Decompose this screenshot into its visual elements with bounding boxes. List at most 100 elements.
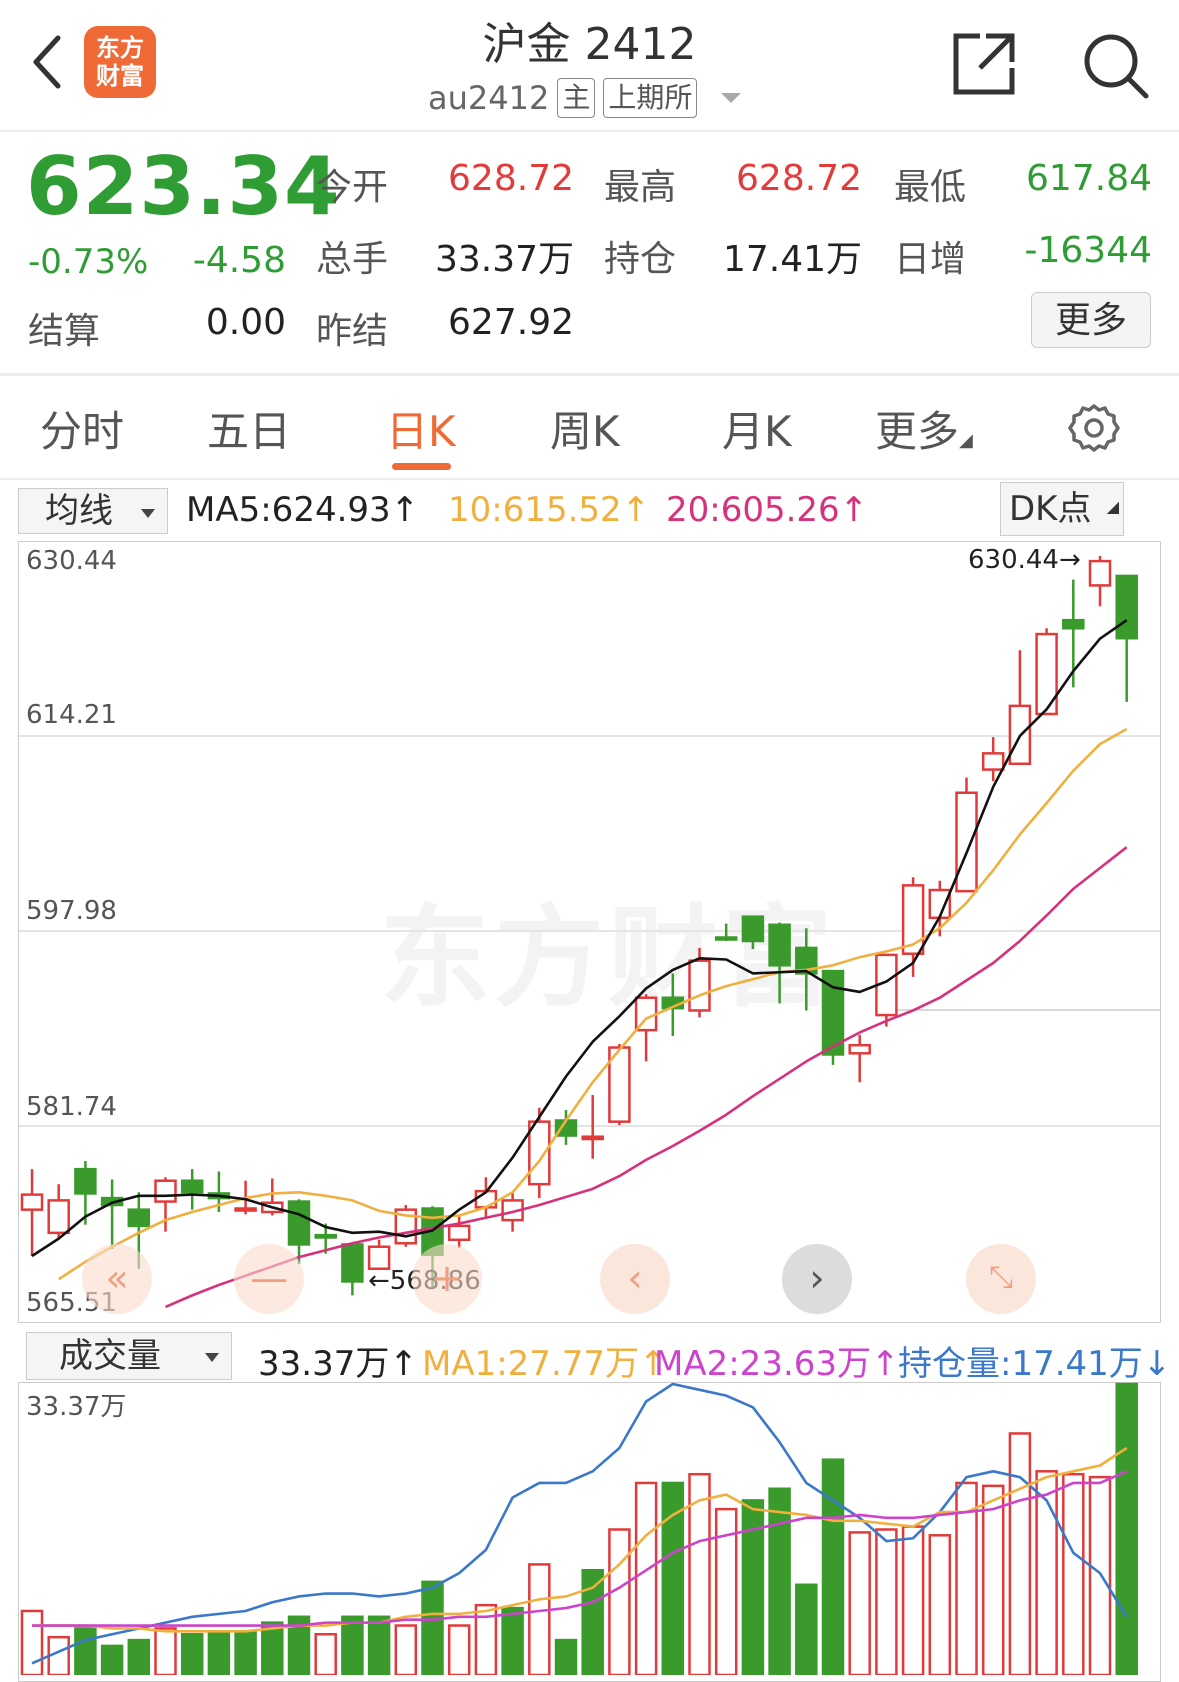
candle-body: [688, 959, 711, 1012]
candle-body: [154, 1179, 177, 1203]
y-tick-label: 581.74: [26, 1092, 117, 1122]
candle-body: [180, 1179, 204, 1194]
candle: [528, 1107, 551, 1199]
volume-bar: [74, 1627, 97, 1675]
zoom-in-button[interactable]: +: [412, 1244, 482, 1314]
candle: [100, 1179, 124, 1250]
zoom-out-button[interactable]: —: [234, 1244, 304, 1314]
volume-bar: [314, 1633, 337, 1675]
volume-bar: [875, 1528, 898, 1675]
prev-button[interactable]: ‹: [600, 1244, 670, 1314]
volume-bar: [554, 1638, 578, 1675]
candle: [848, 1034, 871, 1083]
y-tick-label: 630.44: [26, 546, 117, 576]
ma5-line: [31, 619, 1128, 1258]
candle-body: [528, 1120, 551, 1186]
volume-bar: [848, 1531, 871, 1675]
candle: [608, 1044, 631, 1126]
volume-bar: [821, 1458, 845, 1675]
candle: [367, 1239, 391, 1270]
volume-bar: [634, 1481, 658, 1675]
candle-body: [1088, 559, 1112, 587]
minus-icon: —: [250, 1256, 288, 1300]
volume-bar: [100, 1644, 124, 1675]
candle: [20, 1169, 44, 1256]
double-chevron-left-icon: «: [105, 1256, 129, 1300]
chevron-left-icon: ‹: [627, 1256, 643, 1300]
candle: [554, 1110, 578, 1145]
volume-bar: [154, 1627, 177, 1675]
volume-bar: [341, 1615, 364, 1675]
volume-bar: [20, 1609, 44, 1675]
volume-indicator-label: 成交量: [59, 1336, 161, 1376]
volume-bar: [501, 1606, 524, 1675]
candle: [741, 915, 765, 950]
volume-bar: [1062, 1472, 1085, 1675]
high-annotation: 630.44→: [968, 545, 1081, 575]
y-tick-label: 597.98: [26, 896, 117, 926]
candle: [768, 922, 791, 1004]
volume-bar: [447, 1624, 471, 1675]
volume-chart: [20, 1382, 1138, 1675]
chevron-right-icon: ›: [809, 1256, 825, 1300]
open-interest-readout: 持仓量:17.41万↓: [898, 1344, 1172, 1384]
volume-bar: [901, 1525, 925, 1675]
candle-body: [714, 936, 738, 941]
volume-bar: [928, 1534, 952, 1675]
candle-body: [1115, 574, 1138, 640]
candle-body: [768, 923, 791, 967]
candle: [341, 1243, 364, 1296]
candle-body: [981, 752, 1005, 771]
volume-bar: [795, 1583, 818, 1675]
candle-body: [848, 1043, 871, 1055]
fast-back-button[interactable]: «: [82, 1244, 152, 1314]
dropdown-arrow-icon: [205, 1353, 219, 1362]
candle-body: [234, 1207, 257, 1212]
volume-bar: [367, 1615, 391, 1675]
volume-bar: [1115, 1382, 1138, 1675]
volume-bar: [234, 1630, 257, 1675]
volume-bar: [768, 1487, 791, 1675]
plus-icon: +: [431, 1256, 463, 1300]
y-tick-label: 614.21: [26, 700, 117, 730]
fullscreen-button[interactable]: ⤡: [966, 1244, 1036, 1314]
candle-body: [47, 1199, 70, 1235]
candle-body: [581, 1135, 604, 1141]
volume-max-label: 33.37万: [26, 1392, 127, 1422]
candle-body: [287, 1200, 311, 1246]
candle-body: [314, 1233, 337, 1239]
volume-bar: [127, 1638, 151, 1675]
candle: [1035, 628, 1058, 716]
volume-bar: [981, 1484, 1005, 1675]
candle: [394, 1205, 418, 1247]
volume-bar: [394, 1624, 418, 1675]
candle: [180, 1169, 204, 1210]
candle: [875, 953, 898, 1027]
candle-body: [127, 1208, 151, 1228]
next-button[interactable]: ›: [782, 1244, 852, 1314]
vol-ma2-readout: MA2:23.63万↑: [654, 1344, 900, 1384]
candle: [1115, 574, 1138, 702]
volume-bar: [207, 1630, 231, 1675]
candle-body: [1062, 618, 1085, 630]
volume-bar: [1008, 1432, 1032, 1675]
volume-readout: 33.37万↑: [258, 1344, 418, 1384]
candle-body: [741, 915, 765, 943]
expand-icon: ⤡: [989, 1260, 1013, 1295]
candle: [47, 1184, 70, 1239]
candle-body: [20, 1193, 44, 1211]
candle: [714, 923, 738, 941]
volume-indicator-select[interactable]: 成交量: [26, 1332, 232, 1380]
volume-bar: [528, 1563, 551, 1675]
kline-chart: [19, 556, 1160, 1309]
volume-bar: [1088, 1475, 1112, 1675]
volume-bar: [180, 1633, 204, 1675]
candle-body: [955, 791, 978, 893]
candle-body: [341, 1243, 364, 1283]
volume-bar: [581, 1568, 604, 1675]
volume-bar: [741, 1499, 765, 1675]
candle-body: [74, 1167, 97, 1195]
candle: [1088, 556, 1112, 607]
volume-bar: [421, 1580, 444, 1675]
candle-body: [447, 1224, 471, 1242]
